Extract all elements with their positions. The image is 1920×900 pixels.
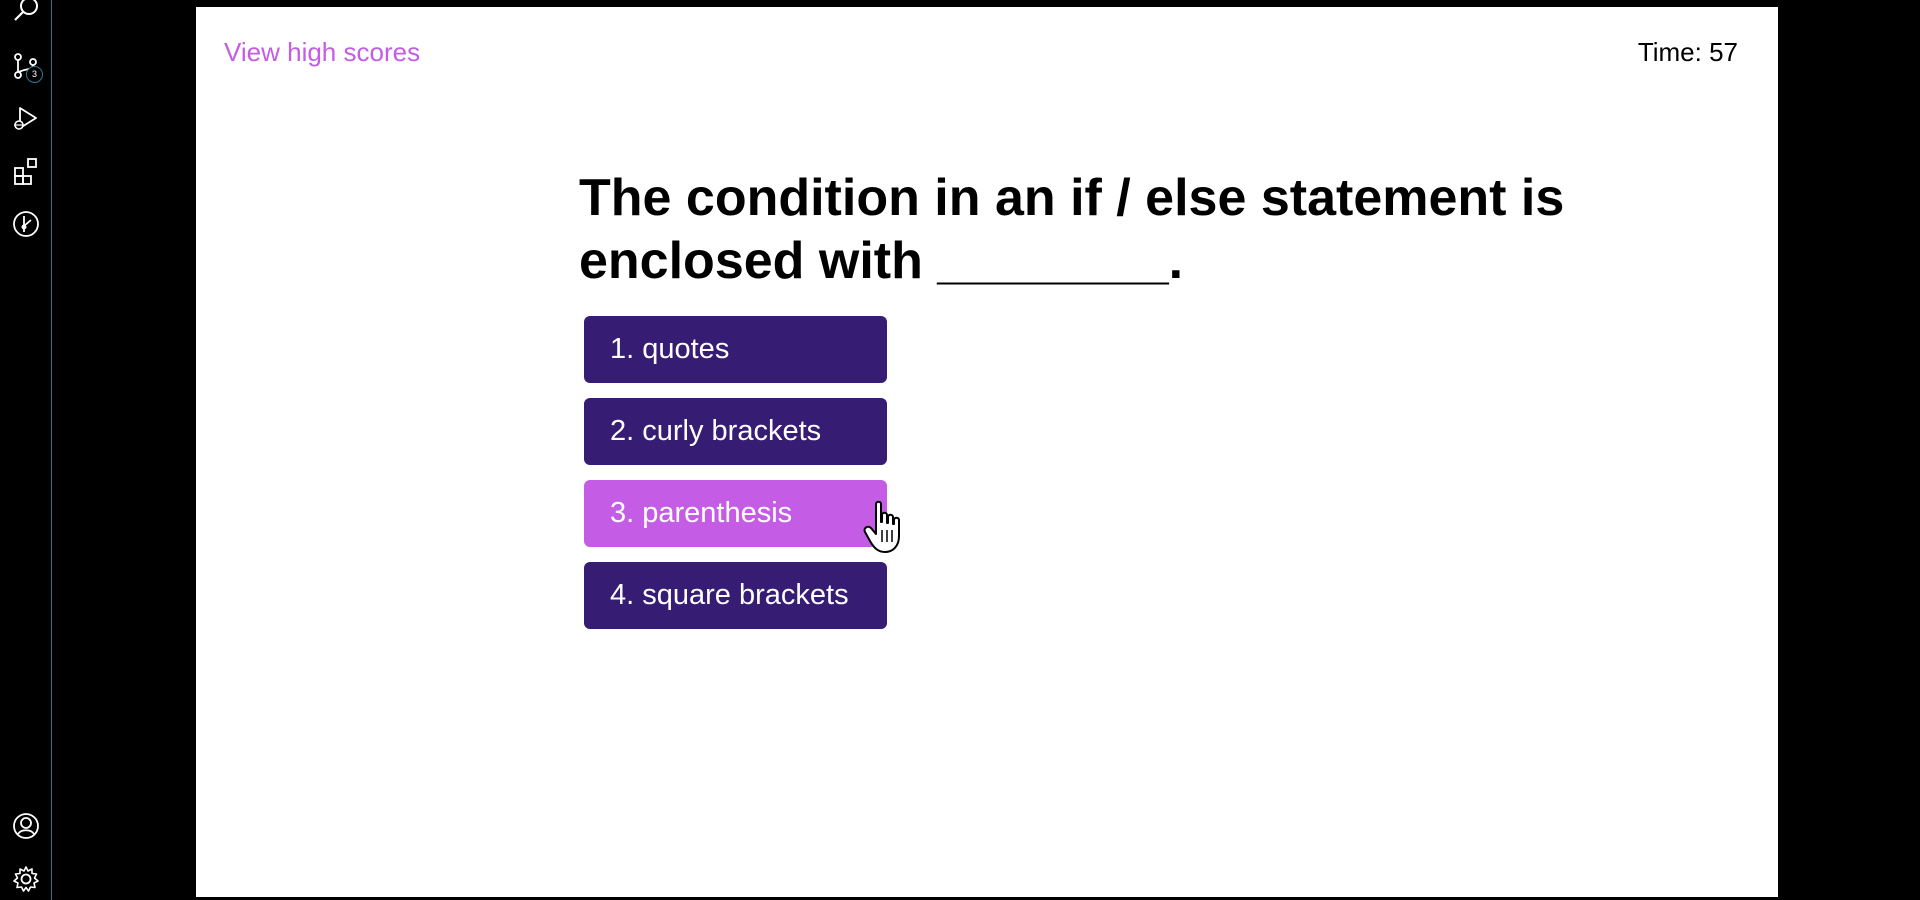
extensions-icon[interactable] — [10, 155, 42, 187]
run-debug-icon[interactable] — [10, 102, 42, 134]
answer-button-1[interactable]: 1. quotes — [584, 316, 887, 383]
settings-gear-icon[interactable] — [10, 863, 42, 895]
activity-bar: 3 — [0, 0, 52, 900]
answer-button-4[interactable]: 4. square brackets — [584, 562, 887, 629]
search-icon[interactable] — [10, 0, 42, 26]
answer-list: 1. quotes 2. curly brackets 3. parenthes… — [584, 316, 887, 644]
account-icon[interactable] — [10, 810, 42, 842]
answer-button-3[interactable]: 3. parenthesis — [584, 480, 887, 547]
git-graph-icon[interactable] — [10, 208, 42, 240]
question-text: The condition in an if / else statement … — [579, 169, 1565, 290]
view-high-scores-link[interactable]: View high scores — [224, 37, 420, 68]
timer: Time: 57 — [1637, 37, 1738, 67]
answer-button-2[interactable]: 2. curly brackets — [584, 398, 887, 465]
source-control-icon[interactable]: 3 — [10, 50, 43, 83]
quiz-page: View high scores Time: 57 The condition … — [196, 7, 1778, 897]
source-control-badge: 3 — [26, 66, 43, 83]
